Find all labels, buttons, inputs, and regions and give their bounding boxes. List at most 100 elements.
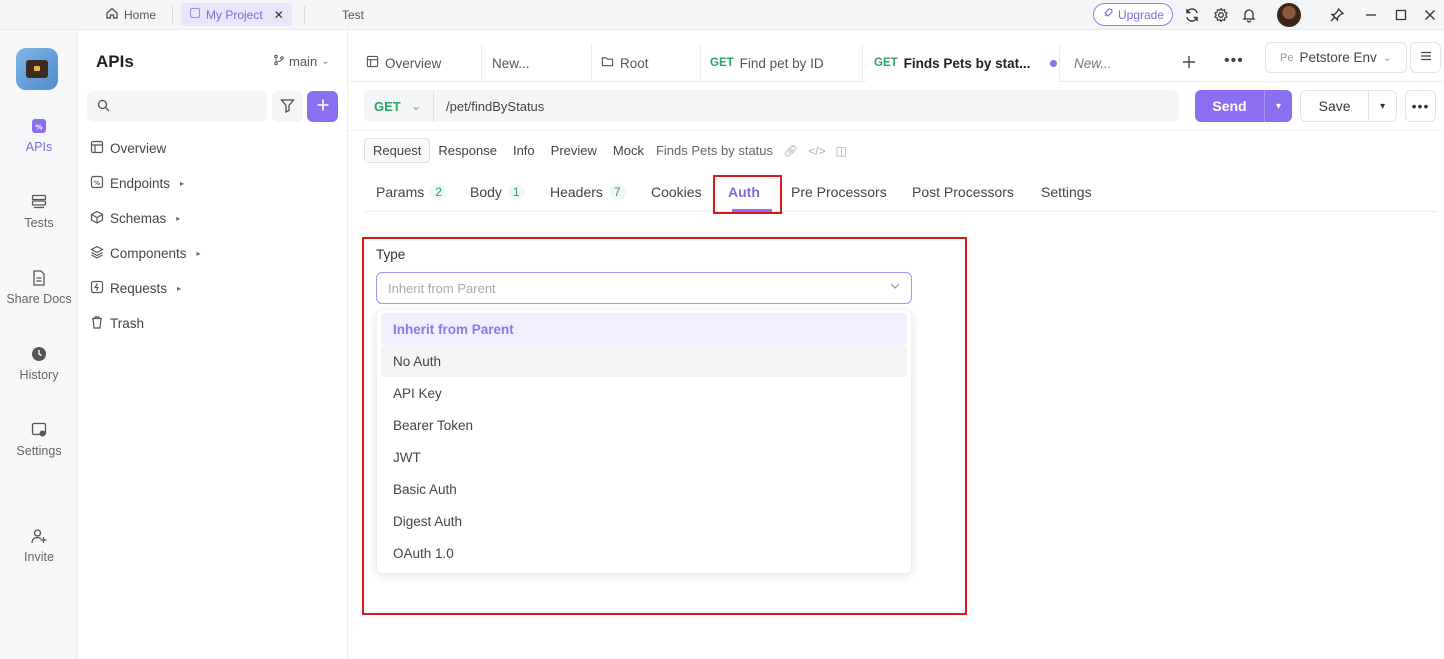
- caret-right-icon: ▸: [180, 179, 185, 188]
- left-rail: % APIs Tests Share Docs History Settings…: [0, 30, 78, 659]
- tab-label: Headers: [550, 184, 603, 200]
- subtab-mock[interactable]: Mock: [605, 138, 652, 163]
- save-options-chevron-icon[interactable]: ▾: [1368, 91, 1396, 121]
- gear-icon[interactable]: [1212, 6, 1230, 24]
- subtab-request[interactable]: Request: [364, 138, 431, 163]
- url-bar: GET ⌄: [364, 90, 1179, 122]
- tab-root[interactable]: Root: [593, 44, 701, 82]
- rail-item-invite[interactable]: Invite: [0, 526, 78, 564]
- requests-icon: [90, 280, 104, 297]
- send-button[interactable]: Send ▾: [1195, 90, 1292, 122]
- tree-label: Overview: [110, 141, 167, 156]
- tests-icon: [29, 192, 49, 212]
- filter-button[interactable]: [272, 91, 303, 122]
- environment-selector[interactable]: Pe Petstore Env ⌄: [1265, 42, 1407, 73]
- tab-new-1[interactable]: New...: [484, 44, 592, 82]
- close-icon[interactable]: ✕: [274, 8, 284, 22]
- settings-icon: [29, 420, 49, 440]
- test-tab[interactable]: Test: [334, 3, 372, 26]
- option-oauth-1[interactable]: OAuth 1.0: [381, 537, 907, 569]
- project-tab[interactable]: My Project ✕: [181, 3, 292, 26]
- option-basic-auth[interactable]: Basic Auth: [381, 473, 907, 505]
- link-icon[interactable]: 🔗︎: [783, 144, 798, 158]
- project-logo[interactable]: [16, 48, 58, 90]
- plus-icon: [316, 95, 330, 118]
- tab-pre-processors[interactable]: Pre Processors: [791, 184, 887, 200]
- tab-new-2[interactable]: New...: [1066, 44, 1166, 82]
- pin-icon[interactable]: [1328, 6, 1346, 24]
- svg-text:%: %: [94, 180, 100, 187]
- subtab-preview[interactable]: Preview: [543, 138, 605, 163]
- tab-overview[interactable]: Overview: [358, 44, 482, 82]
- panel-icon[interactable]: ◫: [836, 144, 847, 158]
- tab-cookies[interactable]: Cookies: [651, 184, 702, 200]
- invite-icon: [29, 526, 49, 546]
- tree-item-overview[interactable]: Overview: [90, 140, 166, 157]
- tab-find-pet-by-id[interactable]: GET Find pet by ID: [702, 44, 863, 82]
- search-input[interactable]: [116, 99, 256, 114]
- auth-tab-highlight: [713, 175, 782, 214]
- subtab-info[interactable]: Info: [505, 138, 543, 163]
- hamburger-icon: [1419, 49, 1433, 66]
- more-tabs-icon[interactable]: •••: [1224, 52, 1244, 70]
- minimize-icon[interactable]: [1362, 6, 1380, 24]
- rail-item-settings[interactable]: Settings: [0, 420, 78, 458]
- chevron-down-icon: ⌄: [410, 98, 422, 113]
- upgrade-button[interactable]: Upgrade: [1093, 3, 1173, 26]
- endpoints-icon: %: [90, 175, 104, 192]
- option-no-auth[interactable]: No Auth: [381, 345, 907, 377]
- type-label: Type: [376, 247, 406, 262]
- trash-icon: [90, 315, 104, 332]
- tab-finds-pets-by-status[interactable]: GET Finds Pets by stat...: [866, 44, 1060, 82]
- add-button[interactable]: [307, 91, 338, 122]
- home-label: Home: [124, 7, 157, 22]
- select-value: Inherit from Parent: [388, 280, 496, 296]
- tab-body[interactable]: Body 1: [470, 184, 525, 200]
- unsaved-dot: [1050, 59, 1058, 67]
- send-options-chevron-icon[interactable]: ▾: [1264, 90, 1292, 122]
- option-inherit-from-parent[interactable]: Inherit from Parent: [381, 313, 907, 345]
- method-select[interactable]: GET ⌄: [364, 90, 434, 122]
- tab-bar: Overview New... Root GET Find pet by ID …: [348, 30, 1444, 82]
- code-icon[interactable]: </>: [808, 144, 825, 158]
- tab-post-processors[interactable]: Post Processors: [912, 184, 1014, 200]
- tree-item-schemas[interactable]: Schemas ▸: [90, 210, 180, 227]
- tab-settings[interactable]: Settings: [1041, 184, 1092, 200]
- maximize-icon[interactable]: [1392, 6, 1410, 24]
- refresh-icon[interactable]: [1183, 6, 1201, 24]
- tree-item-endpoints[interactable]: % Endpoints ▸: [90, 175, 184, 192]
- project-label: My Project: [206, 7, 263, 22]
- rail-item-share-docs[interactable]: Share Docs: [0, 268, 78, 306]
- option-bearer-token[interactable]: Bearer Token: [381, 409, 907, 441]
- menu-button[interactable]: [1410, 42, 1441, 73]
- rail-item-tests[interactable]: Tests: [0, 192, 78, 230]
- tree-item-requests[interactable]: Requests ▸: [90, 280, 181, 297]
- branch-selector[interactable]: main ⌄: [273, 54, 330, 69]
- tree-item-components[interactable]: Components ▸: [90, 245, 201, 262]
- save-button[interactable]: Save ▾: [1300, 90, 1397, 122]
- avatar[interactable]: [1277, 3, 1301, 27]
- bell-icon[interactable]: [1240, 6, 1258, 24]
- option-api-key[interactable]: API Key: [381, 377, 907, 409]
- close-window-icon[interactable]: [1421, 6, 1439, 24]
- tab-params[interactable]: Params 2: [376, 184, 447, 200]
- url-input[interactable]: [446, 98, 1146, 114]
- option-digest-auth[interactable]: Digest Auth: [381, 505, 907, 537]
- search-box[interactable]: [87, 91, 267, 122]
- endpoint-description: Finds Pets by status: [655, 143, 774, 158]
- auth-type-select[interactable]: Inherit from Parent: [376, 272, 912, 304]
- rail-item-apis[interactable]: % APIs: [0, 116, 78, 154]
- count-badge: 1: [507, 184, 525, 200]
- tree-item-trash[interactable]: Trash: [90, 315, 144, 332]
- option-jwt[interactable]: JWT: [381, 441, 907, 473]
- home-icon: [105, 6, 119, 23]
- tab-label: Find pet by ID: [739, 55, 824, 71]
- home-tab[interactable]: Home: [97, 3, 164, 26]
- tab-headers[interactable]: Headers 7: [550, 184, 626, 200]
- more-options-icon[interactable]: •••: [1405, 90, 1436, 122]
- rail-item-history[interactable]: History: [0, 344, 78, 382]
- tree-label: Endpoints: [110, 176, 171, 191]
- new-tab-plus-icon[interactable]: [1182, 52, 1196, 75]
- overview-icon: [90, 140, 104, 157]
- subtab-response[interactable]: Response: [430, 138, 505, 163]
